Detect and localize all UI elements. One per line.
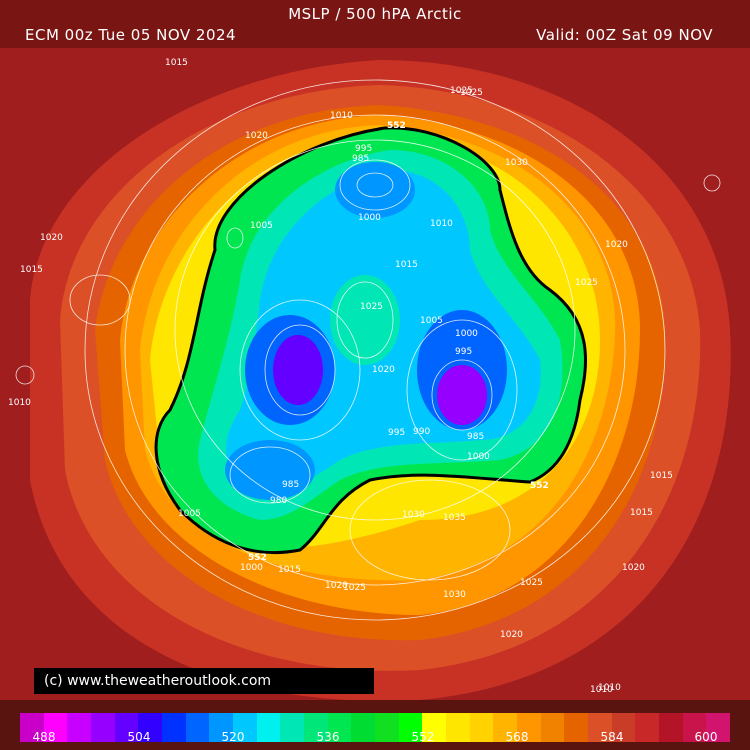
colorbar-label: 488 <box>32 730 56 744</box>
colorbar-swatch <box>659 713 683 742</box>
isobar-label: 990 <box>413 427 430 437</box>
colorbar-label: 584 <box>600 730 624 744</box>
colorbar-swatch <box>446 713 470 742</box>
colorbar-label: 552 <box>411 730 435 744</box>
isobar-label: 1000 <box>467 452 490 462</box>
colorbar-swatch <box>540 713 565 742</box>
ridge-centre <box>330 275 400 365</box>
colorbar-swatch <box>564 713 589 742</box>
isobar-label: 1025 <box>360 302 383 312</box>
trough-east-core <box>437 365 487 425</box>
colorbar-swatch <box>256 713 281 742</box>
colorbar: 488 504 520 536 552 568 584 600 <box>0 700 750 750</box>
isobar-label: 980 <box>270 496 287 506</box>
isobar-label: 1000 <box>240 563 263 573</box>
geopotential-map: 1015101010201025103099598510001005 101010… <box>0 0 750 750</box>
isobar-label: 1030 <box>402 510 425 520</box>
model-run: ECM 00z Tue 05 NOV 2024 <box>25 26 237 44</box>
isobar-label: 1020 <box>40 233 63 243</box>
contour-552-label: 552 <box>248 553 267 563</box>
isobar-label: 1005 <box>420 316 443 326</box>
isobar-label: 1005 <box>178 509 201 519</box>
colorbar-swatch <box>185 713 210 742</box>
isobar-label: 1000 <box>455 329 478 339</box>
isobar-label: 1010 <box>430 219 453 229</box>
isobar-label: 1020 <box>500 630 523 640</box>
valid-time: Valid: 00Z Sat 09 NOV <box>536 26 713 44</box>
colorbar-label: 568 <box>505 730 529 744</box>
isobar-label: 1025 <box>460 88 483 98</box>
isobar-label: 1035 <box>443 513 466 523</box>
colorbar-label: 520 <box>221 730 245 744</box>
isobar-label: 995 <box>388 428 405 438</box>
isobar-label: 1030 <box>443 590 466 600</box>
colorbar-label: 504 <box>127 730 151 744</box>
isobar-label: 1000 <box>358 213 381 223</box>
contour-552-label: 552 <box>530 481 549 491</box>
isobar-label: 985 <box>467 432 484 442</box>
isobar-label: 1020 <box>372 365 395 375</box>
trough-south <box>225 440 315 500</box>
isobar-label: 1020 <box>605 240 628 250</box>
colorbar-label: 600 <box>694 730 718 744</box>
colorbar-swatch <box>469 713 494 742</box>
isobar-label: 1015 <box>20 265 43 275</box>
isobar-label: 1010 <box>8 398 31 408</box>
weather-map-view: 1015 1010 1020 1025 1030 995 985 1000 1005 1010 10… <box>0 0 750 750</box>
isobar-label: 1015 <box>650 471 673 481</box>
credit-link[interactable]: (c) www.theweatheroutlook.com <box>34 668 374 694</box>
isobar-label: 1025 <box>520 578 543 588</box>
colorbar-swatch <box>280 713 305 742</box>
isobar-label: 1015 <box>165 58 188 68</box>
isobar-label: 985 <box>282 480 299 490</box>
colorbar-swatch <box>91 713 115 742</box>
isobar-label: 1020 <box>245 131 268 141</box>
isobar-label: 1025 <box>575 278 598 288</box>
colorbar-swatch <box>351 713 376 742</box>
isobar-label: 995 <box>355 144 372 154</box>
trough-west-core <box>273 335 323 405</box>
contour-552-label: 552 <box>387 121 406 131</box>
isobar-label: 1030 <box>505 158 528 168</box>
isobar-label: 995 <box>455 347 472 357</box>
isobar-label: 1005 <box>250 221 273 231</box>
colorbar-swatch <box>162 713 186 742</box>
isobar-label: 1010 <box>598 683 621 693</box>
colorbar-swatch <box>375 713 399 742</box>
isobar-label: 1015 <box>395 260 418 270</box>
colorbar-label: 536 <box>316 730 340 744</box>
map-title: MSLP / 500 hPA Arctic <box>288 5 462 23</box>
isobar-label: 1025 <box>343 583 366 593</box>
isobar-label: 985 <box>352 154 369 164</box>
isobar-label: 1015 <box>278 565 301 575</box>
isobar-label: 1010 <box>330 111 353 121</box>
colorbar-swatch <box>67 713 92 742</box>
isobar-label: 1020 <box>622 563 645 573</box>
colorbar-swatch <box>635 713 660 742</box>
colorbar-swatches <box>20 713 731 742</box>
isobar-label: 1015 <box>630 508 653 518</box>
